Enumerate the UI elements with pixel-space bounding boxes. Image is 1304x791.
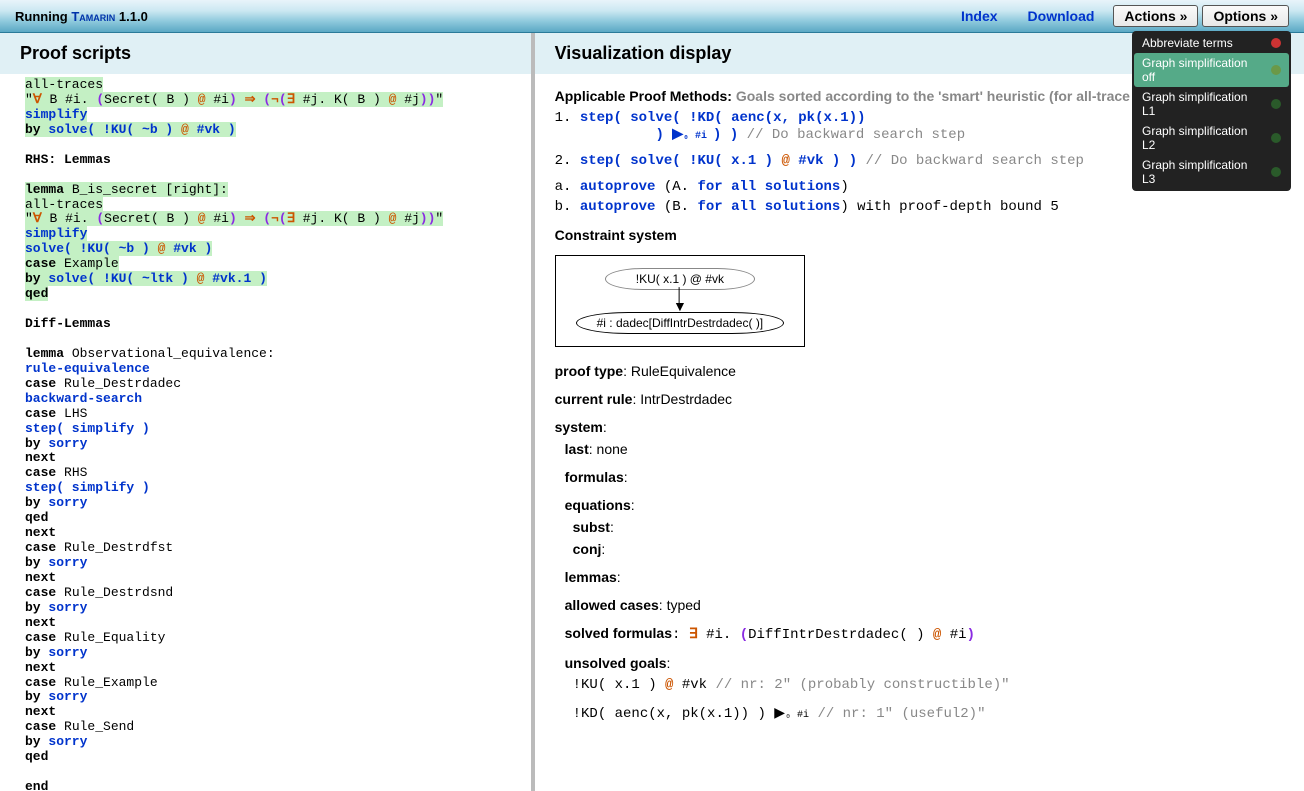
proof-scripts-header: Proof scripts (0, 33, 531, 74)
sorry-link[interactable]: sorry (48, 555, 87, 570)
unsolved-goal-1: !KU( x.1 ) @ #vk // nr: 2" (probably con… (573, 677, 1284, 693)
options-menu-item[interactable]: Graph simplification L1 (1134, 87, 1289, 121)
simplify-link[interactable]: simplify (25, 107, 87, 122)
step-link[interactable]: step( simplify ) (25, 480, 150, 495)
status-dot-icon (1271, 167, 1281, 177)
constraint-system-header: Constraint system (555, 227, 677, 243)
graph-node-bottom: #i : dadec[DiffIntrDestrdadec( )] (576, 312, 785, 334)
status-dot-icon (1271, 99, 1281, 109)
download-link[interactable]: Download (1028, 8, 1095, 24)
options-menu-item[interactable]: Abbreviate terms (1134, 33, 1289, 53)
proof-scripts-pane: Proof scripts all-traces "∀ B #i. (Secre… (0, 33, 535, 791)
step-link[interactable]: step( simplify ) (25, 421, 150, 436)
apm-desc: Goals sorted according to the 'smart' he… (736, 88, 1182, 104)
topbar: Running Tamarin 1.1.0 Index Download Act… (0, 0, 1304, 33)
apm-label: Applicable Proof Methods: (555, 88, 736, 104)
arrow-down-icon: │▼ (673, 290, 687, 312)
status-dot-icon (1271, 133, 1281, 143)
sorry-link[interactable]: sorry (48, 689, 87, 704)
solve-link[interactable]: solve( !KU( ~b ) @ #vk ) (25, 241, 212, 256)
diff-lemmas-header: Diff-Lemmas (25, 317, 531, 332)
status-dot-icon (1271, 38, 1281, 48)
app-title: Running Tamarin 1.1.0 (15, 9, 148, 24)
actions-button[interactable]: Actions » (1113, 5, 1198, 27)
sorry-link[interactable]: sorry (48, 495, 87, 510)
options-button[interactable]: Options » (1202, 5, 1289, 27)
sorry-link[interactable]: sorry (48, 645, 87, 660)
index-link[interactable]: Index (961, 8, 998, 24)
backward-search-link[interactable]: backward-search (25, 391, 142, 406)
proof-script-body[interactable]: all-traces "∀ B #i. (Secret( B ) @ #i) ⇒… (0, 74, 531, 791)
options-menu-item[interactable]: Graph simplification L3 (1134, 155, 1289, 189)
rule-equivalence-link[interactable]: rule-equivalence (25, 362, 531, 377)
options-menu-item[interactable]: Graph simplification L2 (1134, 121, 1289, 155)
sorry-link[interactable]: sorry (48, 600, 87, 615)
status-dot-icon (1271, 65, 1281, 75)
rhs-lemmas-header: RHS: Lemmas (25, 153, 531, 168)
constraint-graph: !KU( x.1 ) @ #vk │▼ #i : dadec[DiffIntrD… (555, 255, 806, 347)
method-b[interactable]: b. autoprove (B. for all solutions) with… (555, 199, 1284, 215)
options-menu-item[interactable]: Graph simplification off (1134, 53, 1289, 87)
options-dropdown[interactable]: Abbreviate termsGraph simplification off… (1132, 31, 1291, 191)
line: all-traces (25, 77, 103, 92)
solve-link[interactable]: solve( !KU( ~ltk ) @ #vk.1 ) (48, 271, 266, 286)
sorry-link[interactable]: sorry (48, 436, 87, 451)
solve-link[interactable]: solve( !KU( ~b ) @ #vk ) (48, 122, 235, 137)
simplify-link[interactable]: simplify (25, 226, 87, 241)
sorry-link[interactable]: sorry (48, 734, 87, 749)
unsolved-goal-2: !KD( aenc(x, pk(x.1)) ) ▶₀ #i // nr: 1" … (573, 705, 1284, 722)
